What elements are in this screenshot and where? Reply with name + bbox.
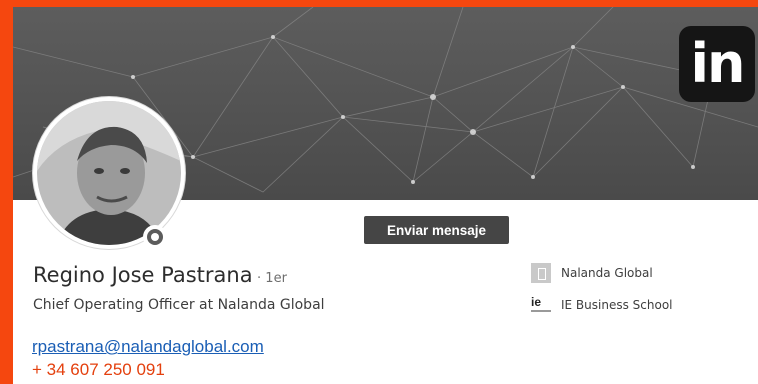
avatar[interactable] [33,97,185,249]
profile-photo [37,101,181,245]
org-item-ie[interactable]: ie IE Business School [531,295,673,315]
ie-logo-icon: ie [531,295,551,315]
send-message-button[interactable]: Enviar mensaje [364,216,509,244]
building-icon [531,263,551,283]
profile-headline: Chief Operating Officer at Nalanda Globa… [33,297,325,313]
org-name: Nalanda Global [561,266,653,280]
online-status-icon [143,225,167,249]
connection-degree: · 1er [257,271,287,286]
profile-name: Regino Jose Pastrana [33,263,253,287]
linkedin-icon: in [679,26,755,102]
org-name: IE Business School [561,298,673,312]
phone-number: + 34 607 250 091 [32,360,165,379]
org-item-nalanda[interactable]: Nalanda Global [531,263,653,283]
email-link[interactable]: rpastrana@nalandaglobal.com [32,337,264,357]
profile-card: in Enviar mensaje Regino Jose Pastrana ·… [13,7,758,384]
profile-name-row: Regino Jose Pastrana · 1er [33,263,287,287]
